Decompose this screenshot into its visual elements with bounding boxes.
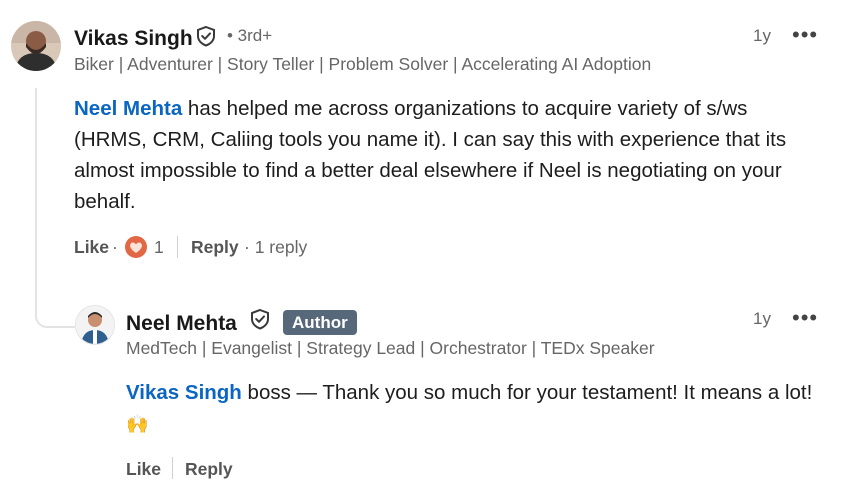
- actions-divider: [172, 457, 173, 479]
- thread-connector: [35, 88, 75, 328]
- mention-link[interactable]: Neel Mehta: [74, 97, 182, 120]
- actions-divider: [177, 236, 178, 258]
- commenter-avatar[interactable]: [11, 21, 61, 71]
- comment-text: Neel Mehta has helped me across organiza…: [74, 93, 804, 217]
- verified-shield-icon: [195, 25, 217, 47]
- commenter-name[interactable]: Vikas Singh: [74, 27, 193, 51]
- reaction-count[interactable]: 1: [154, 237, 164, 258]
- reply-timestamp[interactable]: 1y: [753, 309, 771, 329]
- reply-count[interactable]: · 1 reply: [244, 237, 307, 258]
- connection-degree: • 3rd+: [227, 26, 273, 45]
- reply-text: Vikas Singh boss — Thank you so much for…: [126, 377, 816, 440]
- reply-reply-button[interactable]: Reply: [185, 459, 233, 480]
- commenter-headline: Biker | Adventurer | Story Teller | Prob…: [74, 54, 652, 74]
- separator-dot: ·: [112, 237, 118, 257]
- comment-timestamp[interactable]: 1y: [753, 26, 771, 46]
- reply-body: boss — Thank you so much for your testam…: [241, 381, 813, 404]
- more-options-icon[interactable]: •••: [792, 24, 818, 46]
- reply-like-button[interactable]: Like: [126, 459, 161, 480]
- author-badge: Author: [283, 310, 357, 335]
- more-options-icon[interactable]: •••: [792, 307, 818, 329]
- verified-shield-icon: [249, 308, 271, 330]
- like-button[interactable]: Like: [74, 237, 109, 258]
- love-reaction-icon[interactable]: [124, 235, 148, 259]
- raising-hands-emoji: 🙌: [126, 414, 149, 434]
- replier-name[interactable]: Neel Mehta: [126, 312, 237, 336]
- replier-avatar[interactable]: [75, 305, 115, 345]
- reply-button[interactable]: Reply: [191, 237, 239, 258]
- replier-headline: MedTech | Evangelist | Strategy Lead | O…: [126, 338, 655, 358]
- mention-link[interactable]: Vikas Singh: [126, 381, 242, 404]
